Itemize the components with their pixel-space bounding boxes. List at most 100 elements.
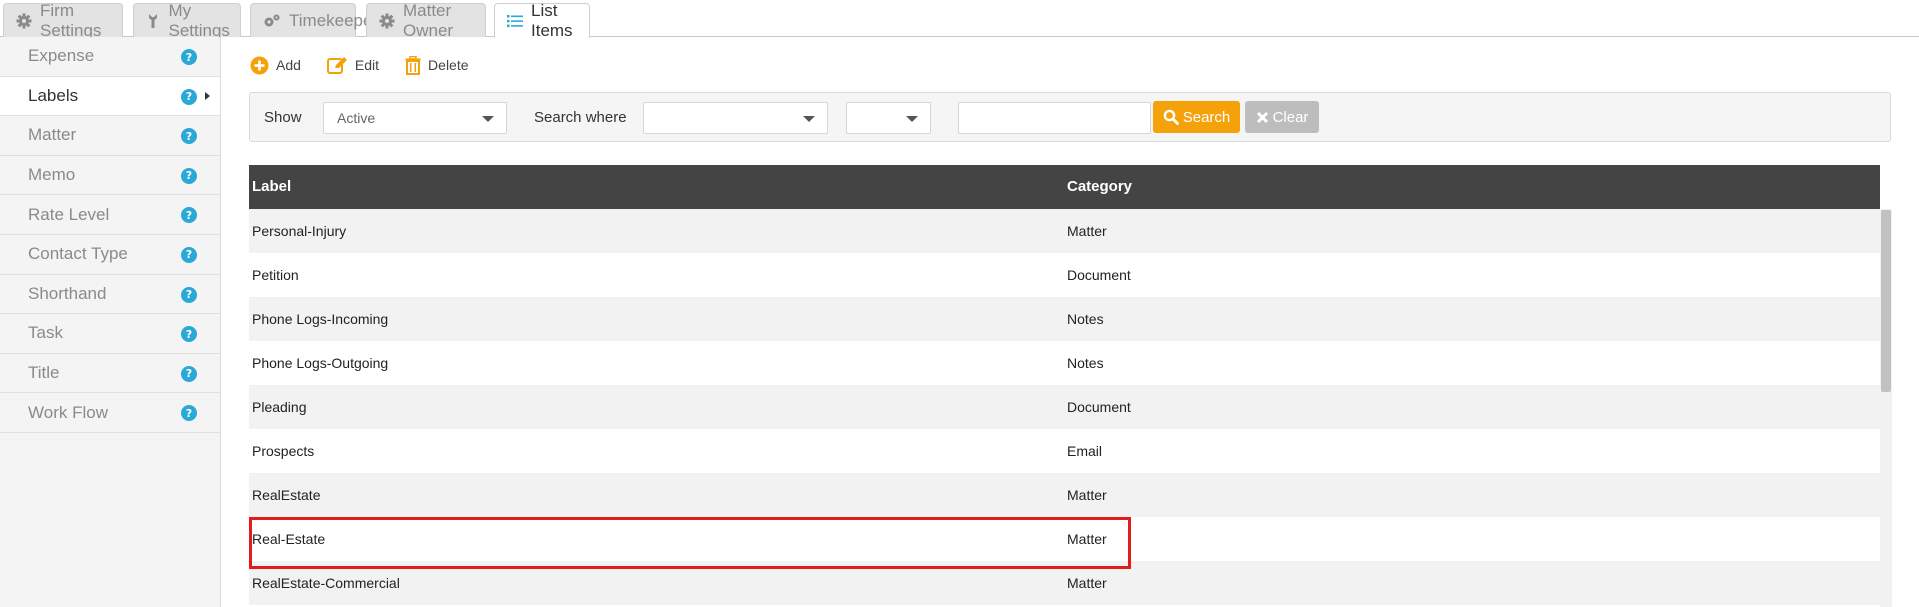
add-button[interactable]: Add [250,56,301,75]
sidebar-item-shorthand[interactable]: Shorthand? [0,275,220,315]
sidebar: Expense? Labels? Matter? Memo? Rate Leve… [0,37,221,607]
help-icon[interactable]: ? [181,365,197,382]
cell-label: Personal-Injury [252,223,347,239]
table-row[interactable]: Phone Logs-Incoming Notes [249,297,1880,341]
sidebar-item-label: Expense [28,46,95,66]
operator-select[interactable] [846,102,931,134]
help-icon[interactable]: ? [181,49,197,65]
delete-label: Delete [428,57,469,73]
grid-header: Label Category [249,165,1880,209]
chevron-down-icon [906,116,918,122]
cell-category: Matter [1067,487,1107,503]
tab-label: Timekeeper [289,10,379,30]
chevron-down-icon [482,116,494,122]
tab-list-items[interactable]: List Items [494,1,590,40]
table-row[interactable]: RealEstate Matter [249,473,1880,517]
search-field-select[interactable] [643,102,828,134]
tab-my-settings[interactable]: My Settings [133,1,241,40]
tab-label: My Settings [168,0,230,40]
cell-label: Pleading [252,399,307,415]
plus-circle-icon [250,56,269,74]
sidebar-item-label: Shorthand [28,283,107,303]
table-row[interactable]: Personal-Injury Matter [249,209,1880,253]
sidebar-item-rate-level[interactable]: Rate Level? [0,195,220,235]
tab-timekeeper[interactable]: Timekeeper [250,3,378,37]
table-row[interactable]: Pleading Document [249,385,1880,429]
sidebar-item-memo[interactable]: Memo? [0,156,220,196]
gear-icon [379,12,395,30]
sidebar-item-contact-type[interactable]: Contact Type? [0,235,220,275]
sidebar-item-title[interactable]: Title? [0,354,220,394]
clear-button-label: Clear [1272,108,1309,126]
tab-firm-settings[interactable]: Firm Settings [3,1,123,40]
show-select-value: Active [337,110,376,126]
cell-category: Matter [1067,223,1107,239]
data-grid: Label Category Personal-Injury Matter Pet… [249,165,1892,607]
help-icon[interactable]: ? [181,128,197,145]
table-row[interactable]: Petition Document [249,253,1880,297]
close-icon [1256,111,1268,123]
help-icon[interactable]: ? [181,207,197,224]
sidebar-item-label: Rate Level [28,204,110,224]
search-button-label: Search [1182,108,1231,126]
cell-label: Phone Logs-Incoming [252,311,389,327]
cell-label: RealEstate-Commercial [252,575,400,591]
cell-label: RealEstate [252,487,321,503]
table-row[interactable]: Prospects Email [249,429,1880,473]
clear-button[interactable]: Clear [1245,101,1319,133]
table-row-selected[interactable]: Real-Estate Matter [249,517,1880,561]
sidebar-item-label: Matter [28,125,77,145]
toolbar: Add Edit Delete [250,52,495,78]
help-icon[interactable]: ? [181,405,197,422]
list-icon [507,12,523,30]
delete-button[interactable]: Delete [405,55,469,75]
sidebar-item-label: Labels [28,85,79,105]
table-row[interactable]: Phone Logs-Outgoing Notes [249,341,1880,385]
edit-label: Edit [354,57,380,73]
sidebar-item-label: Task [28,323,63,343]
tab-label: List Items [531,1,573,40]
search-input[interactable] [958,102,1151,134]
cell-label: Real-Estate [252,531,326,547]
column-header-category[interactable]: Category [1067,178,1132,195]
help-icon[interactable]: ? [181,326,197,343]
sidebar-item-matter[interactable]: Matter? [0,116,220,156]
sidebar-item-label: Memo [28,165,76,185]
search-where-label: Search where [534,109,627,126]
edit-button[interactable]: Edit [326,56,380,75]
search-button[interactable]: Search [1153,101,1240,133]
cell-label: Prospects [252,443,315,459]
trash-icon [405,55,421,75]
sidebar-item-work-flow[interactable]: Work Flow? [0,393,220,433]
cell-category: Matter [1067,575,1107,591]
tab-label: Firm Settings [40,0,102,40]
tab-matter-owner[interactable]: Matter Owner [366,1,486,40]
sidebar-item-task[interactable]: Task? [0,314,220,354]
filter-panel: Show Active Search where Search Clear [249,92,1891,142]
scrollbar-thumb[interactable] [1881,210,1891,392]
column-header-label[interactable]: Label [252,178,291,195]
show-label: Show [264,109,302,126]
chevron-down-icon [803,116,815,122]
sidebar-item-labels[interactable]: Labels? [0,76,220,117]
show-select[interactable]: Active [323,102,507,134]
sidebar-item-label: Work Flow [28,402,108,422]
add-label: Add [276,57,301,73]
caret-right-icon [205,91,210,100]
table-row[interactable]: RealEstate-Commercial Matter [249,561,1880,605]
wrench-icon [146,12,161,30]
help-icon[interactable]: ? [181,286,197,303]
cell-category: Notes [1067,355,1104,371]
cell-category: Matter [1067,531,1107,547]
sidebar-item-label: Contact Type [28,244,128,264]
sidebar-item-expense[interactable]: Expense? [0,37,220,77]
help-icon[interactable]: ? [181,167,197,184]
cell-label: Phone Logs-Outgoing [252,355,389,371]
help-icon[interactable]: ? [181,88,197,105]
search-icon [1163,109,1179,125]
edit-icon [326,56,347,74]
tab-label: Matter Owner [403,0,454,40]
help-icon[interactable]: ? [181,246,197,263]
cell-category: Document [1067,267,1131,283]
gear-icon [16,12,32,30]
